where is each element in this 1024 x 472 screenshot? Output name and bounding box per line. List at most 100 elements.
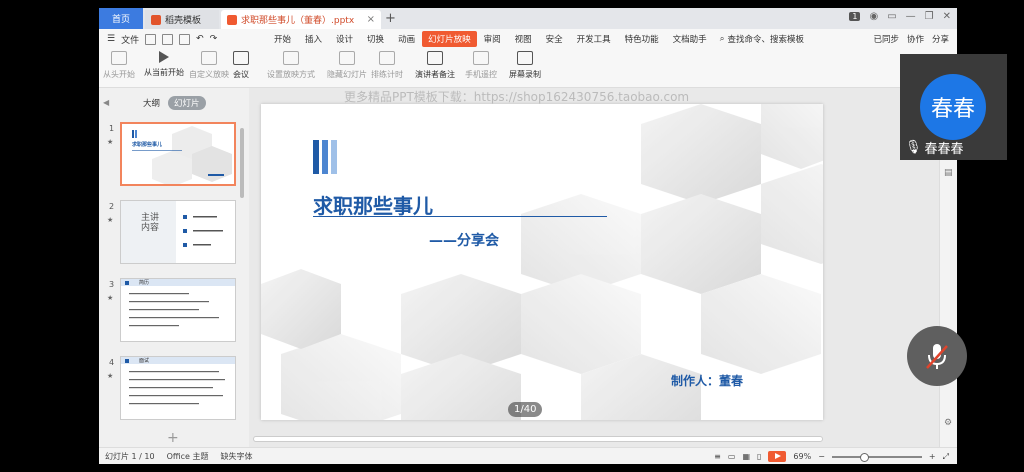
user-avatar-icon[interactable]: ◉ bbox=[869, 11, 878, 22]
ribbon-hide-slide-label: 隐藏幻灯片 bbox=[327, 70, 367, 79]
title-underline bbox=[313, 216, 607, 217]
menu-file[interactable]: 文件 bbox=[121, 33, 139, 46]
panel-scrollbar[interactable] bbox=[240, 128, 244, 198]
skin-icon[interactable]: ▭ bbox=[887, 11, 896, 22]
mic-off-icon bbox=[926, 344, 948, 369]
notes-icon[interactable]: ≡ bbox=[714, 452, 721, 461]
tab-document-label: 求职那些事儿（董春）.pptx bbox=[241, 16, 355, 26]
title-accent-bars bbox=[313, 140, 337, 174]
menu-review[interactable]: 审阅 bbox=[477, 33, 508, 45]
preview-icon[interactable] bbox=[179, 33, 191, 45]
ribbon-meeting[interactable]: 会议 bbox=[233, 51, 249, 80]
current-slide[interactable]: 求职那些事儿 ——分享会 制作人：董春 1/40 bbox=[261, 104, 823, 420]
zoom-slider[interactable] bbox=[831, 452, 922, 462]
hamburger-icon[interactable]: ☰ bbox=[107, 34, 115, 44]
normal-view-icon[interactable]: ▭ bbox=[728, 452, 736, 461]
slide-thumb-3[interactable]: 简历 bbox=[120, 278, 236, 342]
save-icon[interactable] bbox=[145, 33, 157, 45]
menu-animation[interactable]: 动画 bbox=[391, 33, 422, 45]
ribbon-speaker-notes[interactable]: 演讲者备注 bbox=[415, 51, 455, 80]
ribbon-custom-show-label: 自定义放映 bbox=[189, 70, 229, 79]
play-icon bbox=[159, 51, 169, 63]
tab-home[interactable]: 首页 bbox=[99, 8, 143, 29]
menu-security[interactable]: 安全 bbox=[539, 33, 570, 45]
reading-view-icon[interactable]: ▯ bbox=[757, 452, 761, 461]
slide-thumb-2[interactable]: 主讲内容 bbox=[120, 200, 236, 264]
command-search[interactable]: ⌕ 查找命令、搜索模板 bbox=[720, 33, 804, 45]
thumb-3-title: 简历 bbox=[139, 280, 150, 286]
slide-panel: ◀ 大纲 幻灯片 1 ★ 求职那些事儿 2 ★ 主讲内容 3 ★ 简历 4 ★ … bbox=[99, 88, 249, 450]
ribbon-from-start-label: 从头开始 bbox=[103, 70, 135, 79]
ribbon-rehearse[interactable]: 排练计时 bbox=[371, 51, 403, 80]
pptx-file-icon bbox=[227, 14, 237, 25]
microphone-icon: 🎙 bbox=[905, 140, 922, 155]
menu-view[interactable]: 视图 bbox=[508, 33, 539, 45]
slide-thumb-4[interactable]: 面试 bbox=[120, 356, 236, 420]
tab-docer-label: 稻壳模板 bbox=[165, 16, 202, 26]
ribbon-setup-show[interactable]: 设置放映方式 bbox=[267, 51, 315, 80]
ribbon-notes-label: 演讲者备注 bbox=[415, 70, 455, 79]
ribbon-setup-label: 设置放映方式 bbox=[267, 70, 315, 79]
minimize-icon[interactable]: — bbox=[906, 11, 916, 22]
ribbon-from-current[interactable]: 从当前开始 bbox=[144, 51, 184, 78]
mute-mic-button[interactable] bbox=[907, 326, 967, 386]
slide-title[interactable]: 求职那些事儿 bbox=[313, 190, 433, 219]
theme-name[interactable]: Office 主题 bbox=[167, 451, 209, 462]
ribbon-from-start[interactable]: 从头开始 bbox=[103, 51, 135, 80]
print-icon[interactable] bbox=[162, 33, 174, 45]
participant-avatar[interactable]: 春春 bbox=[920, 74, 986, 140]
sync-button[interactable]: 已同步 bbox=[873, 33, 899, 45]
tab-outline[interactable]: 大纲 bbox=[143, 97, 160, 109]
wps-window: 首页 稻壳模板 求职那些事儿（董春）.pptx × + 1 ◉ ▭ — ❐ ✕ … bbox=[99, 8, 957, 464]
slide-canvas: 更多精品PPT模板下载：https://shop162430756.taobao… bbox=[249, 88, 939, 450]
slide-author[interactable]: 制作人：董春 bbox=[671, 372, 743, 389]
new-tab-icon[interactable]: + bbox=[385, 11, 396, 26]
menu-features[interactable]: 特色功能 bbox=[618, 33, 666, 45]
ribbon-phone-remote[interactable]: 手机遥控 bbox=[465, 51, 497, 80]
fit-window-icon[interactable]: ⤢ bbox=[943, 452, 949, 462]
undo-icon[interactable]: ↶ bbox=[196, 34, 204, 44]
menu-slideshow[interactable]: 幻灯片放映 bbox=[422, 31, 477, 47]
sidebar-tool-icon[interactable]: ▤ bbox=[944, 168, 953, 178]
window-count-badge[interactable]: 1 bbox=[849, 12, 861, 21]
tab-document[interactable]: 求职那些事儿（董春）.pptx × bbox=[221, 10, 381, 29]
close-icon[interactable]: × bbox=[367, 14, 375, 25]
add-slide-icon[interactable]: + bbox=[167, 430, 179, 446]
star-icon: ★ bbox=[107, 216, 114, 224]
sidebar-tool-icon[interactable]: ⚙ bbox=[944, 418, 952, 428]
menu-developer[interactable]: 开发工具 bbox=[570, 33, 618, 45]
window-controls: 1 ◉ ▭ — ❐ ✕ bbox=[849, 11, 951, 22]
accent-bar-3 bbox=[331, 140, 337, 174]
zoom-out-icon[interactable]: − bbox=[818, 452, 825, 461]
restore-icon[interactable]: ❐ bbox=[925, 11, 934, 22]
share-button[interactable]: 分享 bbox=[932, 33, 949, 45]
missing-font[interactable]: 缺失字体 bbox=[221, 451, 253, 462]
tab-docer-templates[interactable]: 稻壳模板 bbox=[145, 10, 219, 29]
menu-home[interactable]: 开始 bbox=[267, 33, 298, 45]
collab-button[interactable]: 协作 bbox=[907, 33, 924, 45]
docer-icon bbox=[151, 14, 161, 25]
tab-slides[interactable]: 幻灯片 bbox=[168, 96, 206, 110]
slide-count: 幻灯片 1 / 10 bbox=[105, 452, 155, 461]
horizontal-scrollbar[interactable] bbox=[253, 436, 823, 442]
menu-insert[interactable]: 插入 bbox=[298, 33, 329, 45]
menu-transition[interactable]: 切换 bbox=[360, 33, 391, 45]
ribbon-custom-show[interactable]: 自定义放映 bbox=[189, 51, 229, 80]
menu-assistant[interactable]: 文档助手 bbox=[666, 33, 714, 45]
slide-thumb-1[interactable]: 求职那些事儿 bbox=[120, 122, 236, 186]
star-icon: ★ bbox=[107, 372, 114, 380]
collapse-icon[interactable]: ◀ bbox=[103, 98, 109, 107]
slideshow-play-button[interactable] bbox=[768, 451, 787, 462]
ribbon-phone-label: 手机遥控 bbox=[465, 70, 497, 79]
star-icon: ★ bbox=[107, 294, 114, 302]
slide-watermark: 更多精品PPT模板下载：https://shop162430756.taobao… bbox=[344, 90, 690, 104]
window-close-icon[interactable]: ✕ bbox=[943, 11, 951, 22]
zoom-level[interactable]: 69% bbox=[793, 452, 811, 461]
menu-design[interactable]: 设计 bbox=[329, 33, 360, 45]
zoom-in-icon[interactable]: + bbox=[929, 452, 936, 461]
redo-icon[interactable]: ↷ bbox=[210, 34, 218, 44]
ribbon-screen-record[interactable]: 屏幕录制 bbox=[509, 51, 541, 80]
sorter-view-icon[interactable]: ▦ bbox=[742, 452, 750, 461]
ribbon-hide-slide[interactable]: 隐藏幻灯片 bbox=[327, 51, 367, 80]
slide-subtitle[interactable]: ——分享会 bbox=[429, 230, 499, 250]
